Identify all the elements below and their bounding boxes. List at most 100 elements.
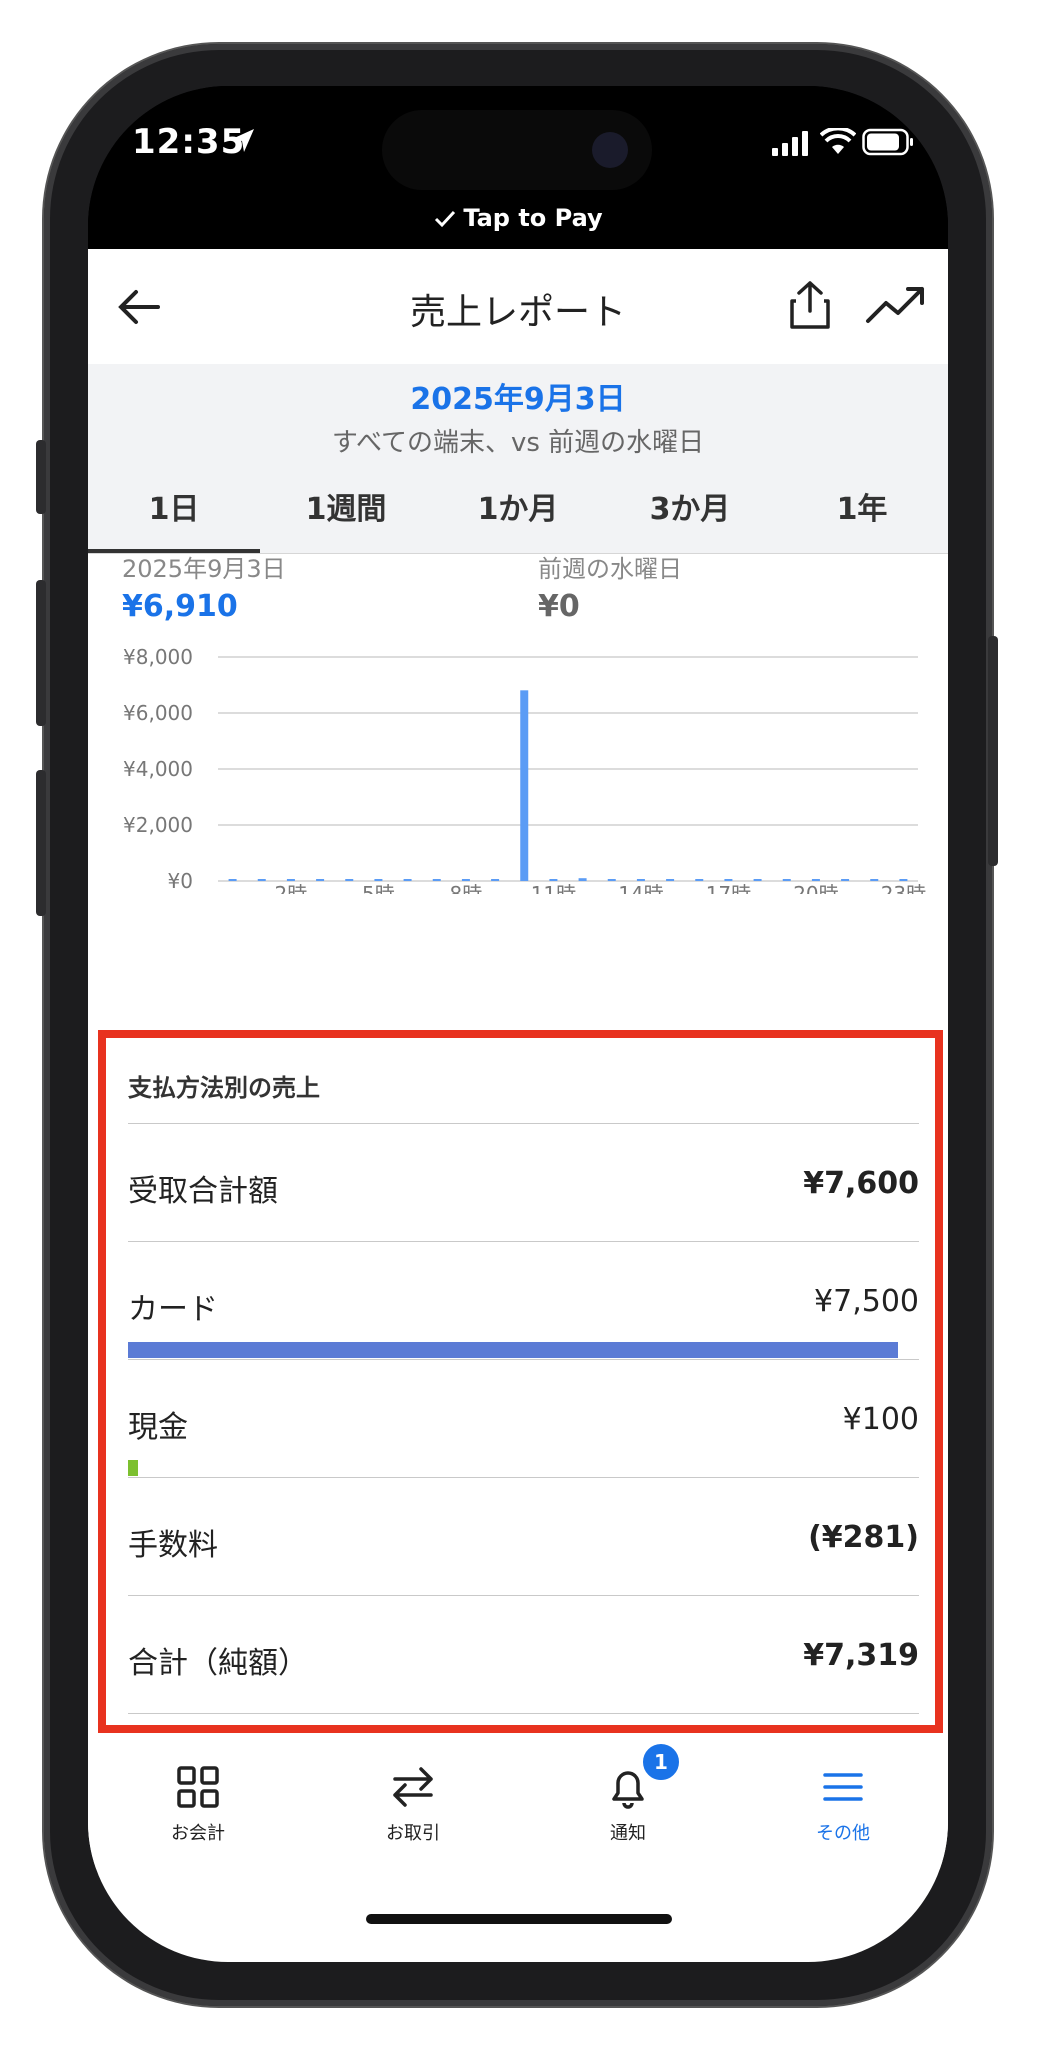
chart-bar [841,879,850,881]
status-bar: 12:35 Tap to Pay [88,86,948,246]
x-tick-label: 20時 [793,882,838,894]
selected-date[interactable]: 2025年9月3日 [88,374,948,418]
chart-bar [666,879,675,881]
tabbar-item-more[interactable]: その他 [763,1763,923,1845]
wifi-icon [820,128,856,154]
side-button-mute [36,440,46,514]
payment-row-value: ¥7,319 [803,1638,919,1673]
location-arrow-icon [232,129,254,152]
dynamic-island [382,110,652,190]
chart-bar [228,879,237,881]
period-tabs: 1日 1週間 1か月 3か月 1年 [88,467,948,554]
payment-share-bar [128,1342,898,1358]
chart-bar [782,879,791,881]
chart-bar [403,879,412,881]
camera-icon [592,132,628,168]
chart-bar [870,879,879,881]
checkmark-icon [435,210,456,228]
payment-row-label: 受取合計額 [128,1174,278,1209]
chart-bar [520,690,529,881]
hourly-sales-chart: ¥8,000 ¥6,000 ¥4,000 ¥2,000 ¥0 2時 5時 8時 11時 14時 17… [123,645,926,894]
chart-bar [753,879,762,881]
current-period-value: ¥6,910 [122,589,238,624]
chart-bar [491,879,500,881]
payment-methods-title: 支払方法別の売上 [128,1074,320,1102]
y-tick-label: ¥6,000 [123,701,193,725]
tab-1month[interactable]: 1か月 [432,467,604,553]
home-indicator [366,1914,672,1924]
nav-bar: 売上レポート [88,249,948,365]
tabbar-item-transactions[interactable]: お取引 [333,1763,493,1845]
tabbar-label-more: その他 [816,1823,870,1844]
tab-1day[interactable]: 1日 [88,467,260,553]
payment-row-label: 現金 [128,1410,188,1445]
payment-row-label: 手数料 [128,1528,218,1563]
x-tick-label: 2時 [275,882,308,894]
date-header[interactable]: 2025年9月3日 すべての端末、vs 前週の水曜日 [88,364,948,468]
notification-badge: 1 [640,1741,682,1783]
previous-period-label: 前週の水曜日 [538,555,682,583]
chart-bar [811,879,820,881]
tab-3months[interactable]: 3か月 [604,467,776,553]
payment-rows-end-divider [128,1713,919,1714]
tabbar-item-notifications[interactable]: 通知 1 [548,1741,708,1845]
chart-bar [257,879,266,881]
y-tick-label: ¥8,000 [123,645,193,669]
y-tick-label: ¥2,000 [123,813,193,837]
tabbar-label-notifications: 通知 [610,1823,646,1844]
tab-1year[interactable]: 1年 [776,467,948,553]
y-tick-label: ¥0 [168,869,193,893]
side-button-volume-up [36,580,46,726]
payment-row: 現金 ¥100 [128,1359,919,1478]
x-tick-label: 23時 [881,882,926,894]
battery-icon [862,128,913,156]
chart-bar [374,879,383,881]
x-tick-label: 8時 [450,882,483,894]
payment-row: カード ¥7,500 [128,1241,919,1360]
payment-row: 合計（純額） ¥7,319 [128,1595,919,1714]
payment-row-value: (¥281) [808,1520,919,1555]
tap-to-pay-indicator: Tap to Pay [88,204,948,232]
chart-bar [432,879,441,881]
payment-row-label: 合計（純額） [128,1646,308,1681]
comparison-subtitle: すべての端末、vs 前週の水曜日 [331,428,705,458]
chart-bar [286,879,295,881]
tabbar-item-checkout[interactable]: お会計 [118,1763,278,1845]
x-tick-label: 17時 [706,882,751,894]
bottom-tab-bar: お会計 お取引 通知 1 その他 [88,1739,948,1869]
chart-bar [345,879,354,881]
trend-icon[interactable] [864,277,928,333]
screen: 12:35 Tap to Pay 売上レポート 2025年9月3日 すべての端末… [88,86,948,1962]
share-icon[interactable] [782,277,838,333]
side-button-power [988,636,998,866]
tab-1week[interactable]: 1週間 [260,467,432,553]
x-tick-label: 5時 [362,882,395,894]
current-period-label: 2025年9月3日 [122,555,286,583]
grid-icon [177,1766,219,1808]
chart-bar [899,879,908,881]
chart-bar [578,878,587,881]
chart-bar [461,879,470,881]
side-button-volume-down [36,770,46,916]
tap-to-pay-label: Tap to Pay [463,204,603,232]
y-tick-label: ¥4,000 [123,757,193,781]
transfer-icon [393,1767,433,1807]
chart-bar [695,879,704,881]
payment-row-value: ¥7,500 [814,1284,919,1319]
payment-share-bar [128,1460,138,1476]
x-tick-label: 11時 [531,882,576,894]
chart-bar [636,879,645,881]
payment-row-value: ¥7,600 [803,1166,919,1201]
tabbar-label-transactions: お取引 [386,1823,440,1844]
payment-row: 受取合計額 ¥7,600 [128,1123,919,1242]
payment-row-label: カード [128,1292,218,1327]
tabbar-label-checkout: お会計 [171,1823,225,1844]
previous-period-value: ¥0 [538,589,580,624]
app-content: 売上レポート 2025年9月3日 すべての端末、vs 前週の水曜日 1日 1週間… [88,249,948,1962]
cellular-signal-icon [772,131,808,156]
payment-row-value: ¥100 [842,1402,919,1437]
chart-bar [724,879,733,881]
payment-row: 手数料 (¥281) [128,1477,919,1596]
chart-bar [607,879,616,881]
x-tick-label: 14時 [618,882,663,894]
